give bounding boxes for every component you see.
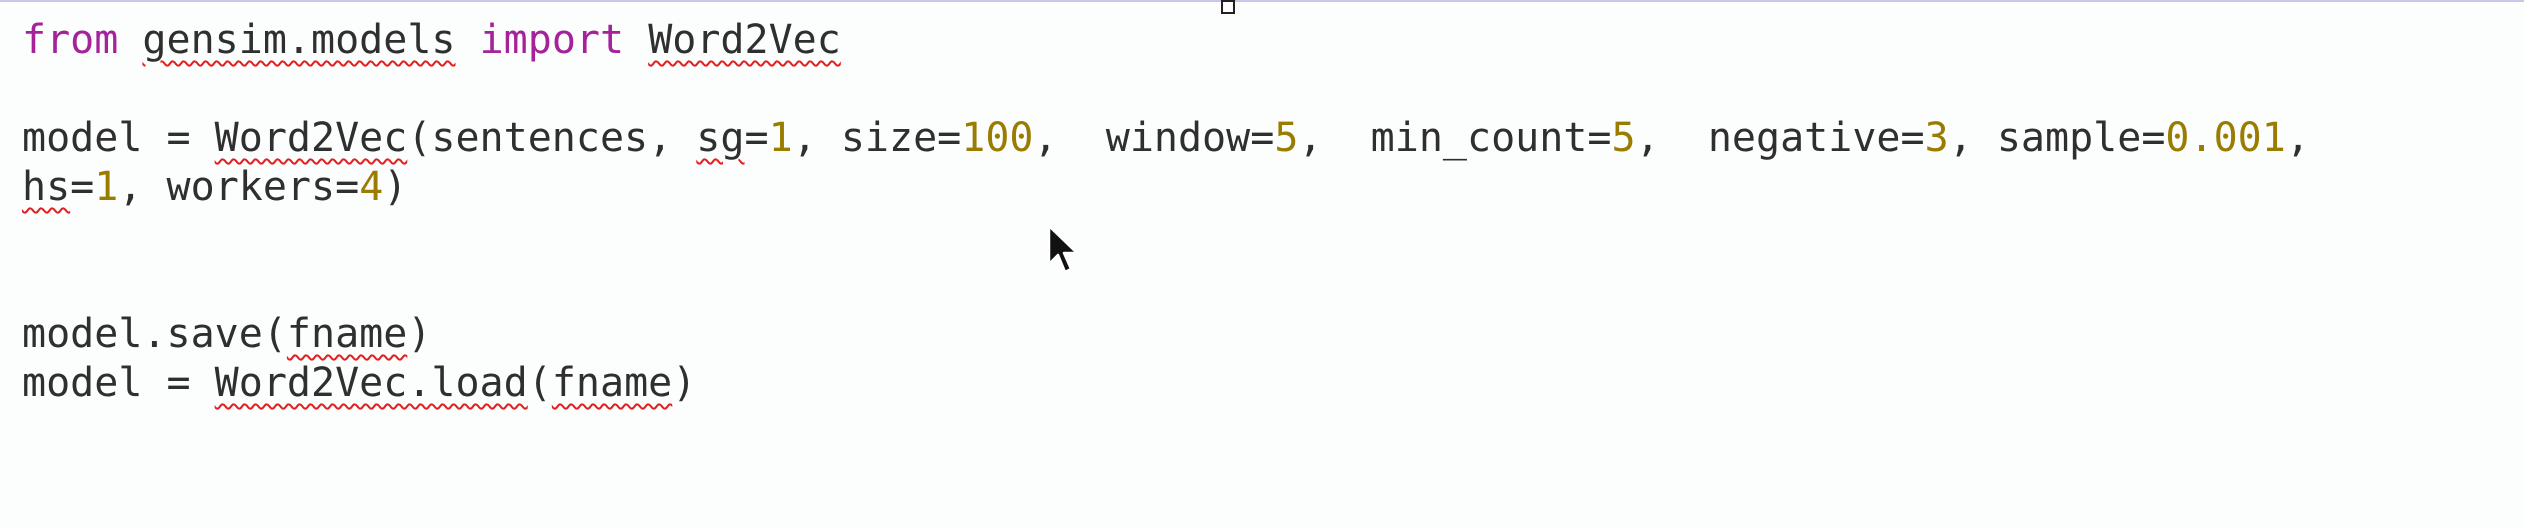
code-spellcheck-token: gensim.models	[142, 17, 456, 63]
code-spellcheck-token: sg	[696, 115, 745, 161]
code-spellcheck-token: Word2Vec.load	[214, 360, 528, 406]
mouse-pointer-icon	[1047, 224, 1079, 274]
code-text: =	[70, 164, 95, 210]
code-keyword: import	[479, 17, 625, 63]
code-number: 100	[961, 115, 1034, 161]
code-line[interactable]: hs=1, workers=4)	[22, 163, 2524, 212]
code-text: , workers=	[118, 164, 360, 210]
code-text: )	[672, 360, 697, 406]
code-number: 0.001	[2165, 115, 2286, 161]
resize-handle-icon[interactable]	[1221, 0, 1235, 14]
code-line[interactable]: model.save(fname)	[22, 310, 2524, 359]
code-number: 1	[94, 164, 119, 210]
code-text: , sample=	[1948, 115, 2166, 161]
code-keyword: from	[22, 17, 119, 63]
code-text: )	[407, 311, 432, 357]
code-cell-editor[interactable]: from gensim.models import Word2Vec model …	[0, 0, 2524, 528]
code-line-blank[interactable]	[22, 212, 2524, 261]
code-spellcheck-token: Word2Vec	[214, 115, 408, 161]
code-text: , window=	[1033, 115, 1275, 161]
code-text: model =	[22, 115, 215, 161]
code-block[interactable]: from gensim.models import Word2Vec model …	[22, 16, 2524, 408]
code-line[interactable]: model = Word2Vec(sentences, sg=1, size=1…	[22, 114, 2524, 163]
code-text: )	[383, 164, 408, 210]
code-number: 5	[1274, 115, 1299, 161]
code-line-blank[interactable]	[22, 65, 2524, 114]
code-number: 1	[768, 115, 793, 161]
code-text: ,	[2285, 115, 2310, 161]
code-spellcheck-token: fname	[551, 360, 673, 406]
code-text: =	[744, 115, 769, 161]
code-text: (sentences,	[407, 115, 697, 161]
code-text: , min_count=	[1298, 115, 1612, 161]
code-text: , size=	[792, 115, 962, 161]
code-spellcheck-token: fname	[286, 311, 408, 357]
code-number: 4	[359, 164, 384, 210]
code-line[interactable]: model = Word2Vec.load(fname)	[22, 359, 2524, 408]
code-text: (	[527, 360, 552, 406]
code-spellcheck-token: hs	[22, 164, 71, 210]
code-spellcheck-token: Word2Vec	[648, 17, 841, 63]
code-number: 3	[1924, 115, 1949, 161]
code-line-blank[interactable]	[22, 261, 2524, 310]
code-text: , negative=	[1635, 115, 1925, 161]
code-text: model.save(	[22, 311, 287, 357]
code-text: model =	[22, 360, 215, 406]
code-line[interactable]: from gensim.models import Word2Vec	[22, 16, 2524, 65]
code-number: 5	[1611, 115, 1636, 161]
